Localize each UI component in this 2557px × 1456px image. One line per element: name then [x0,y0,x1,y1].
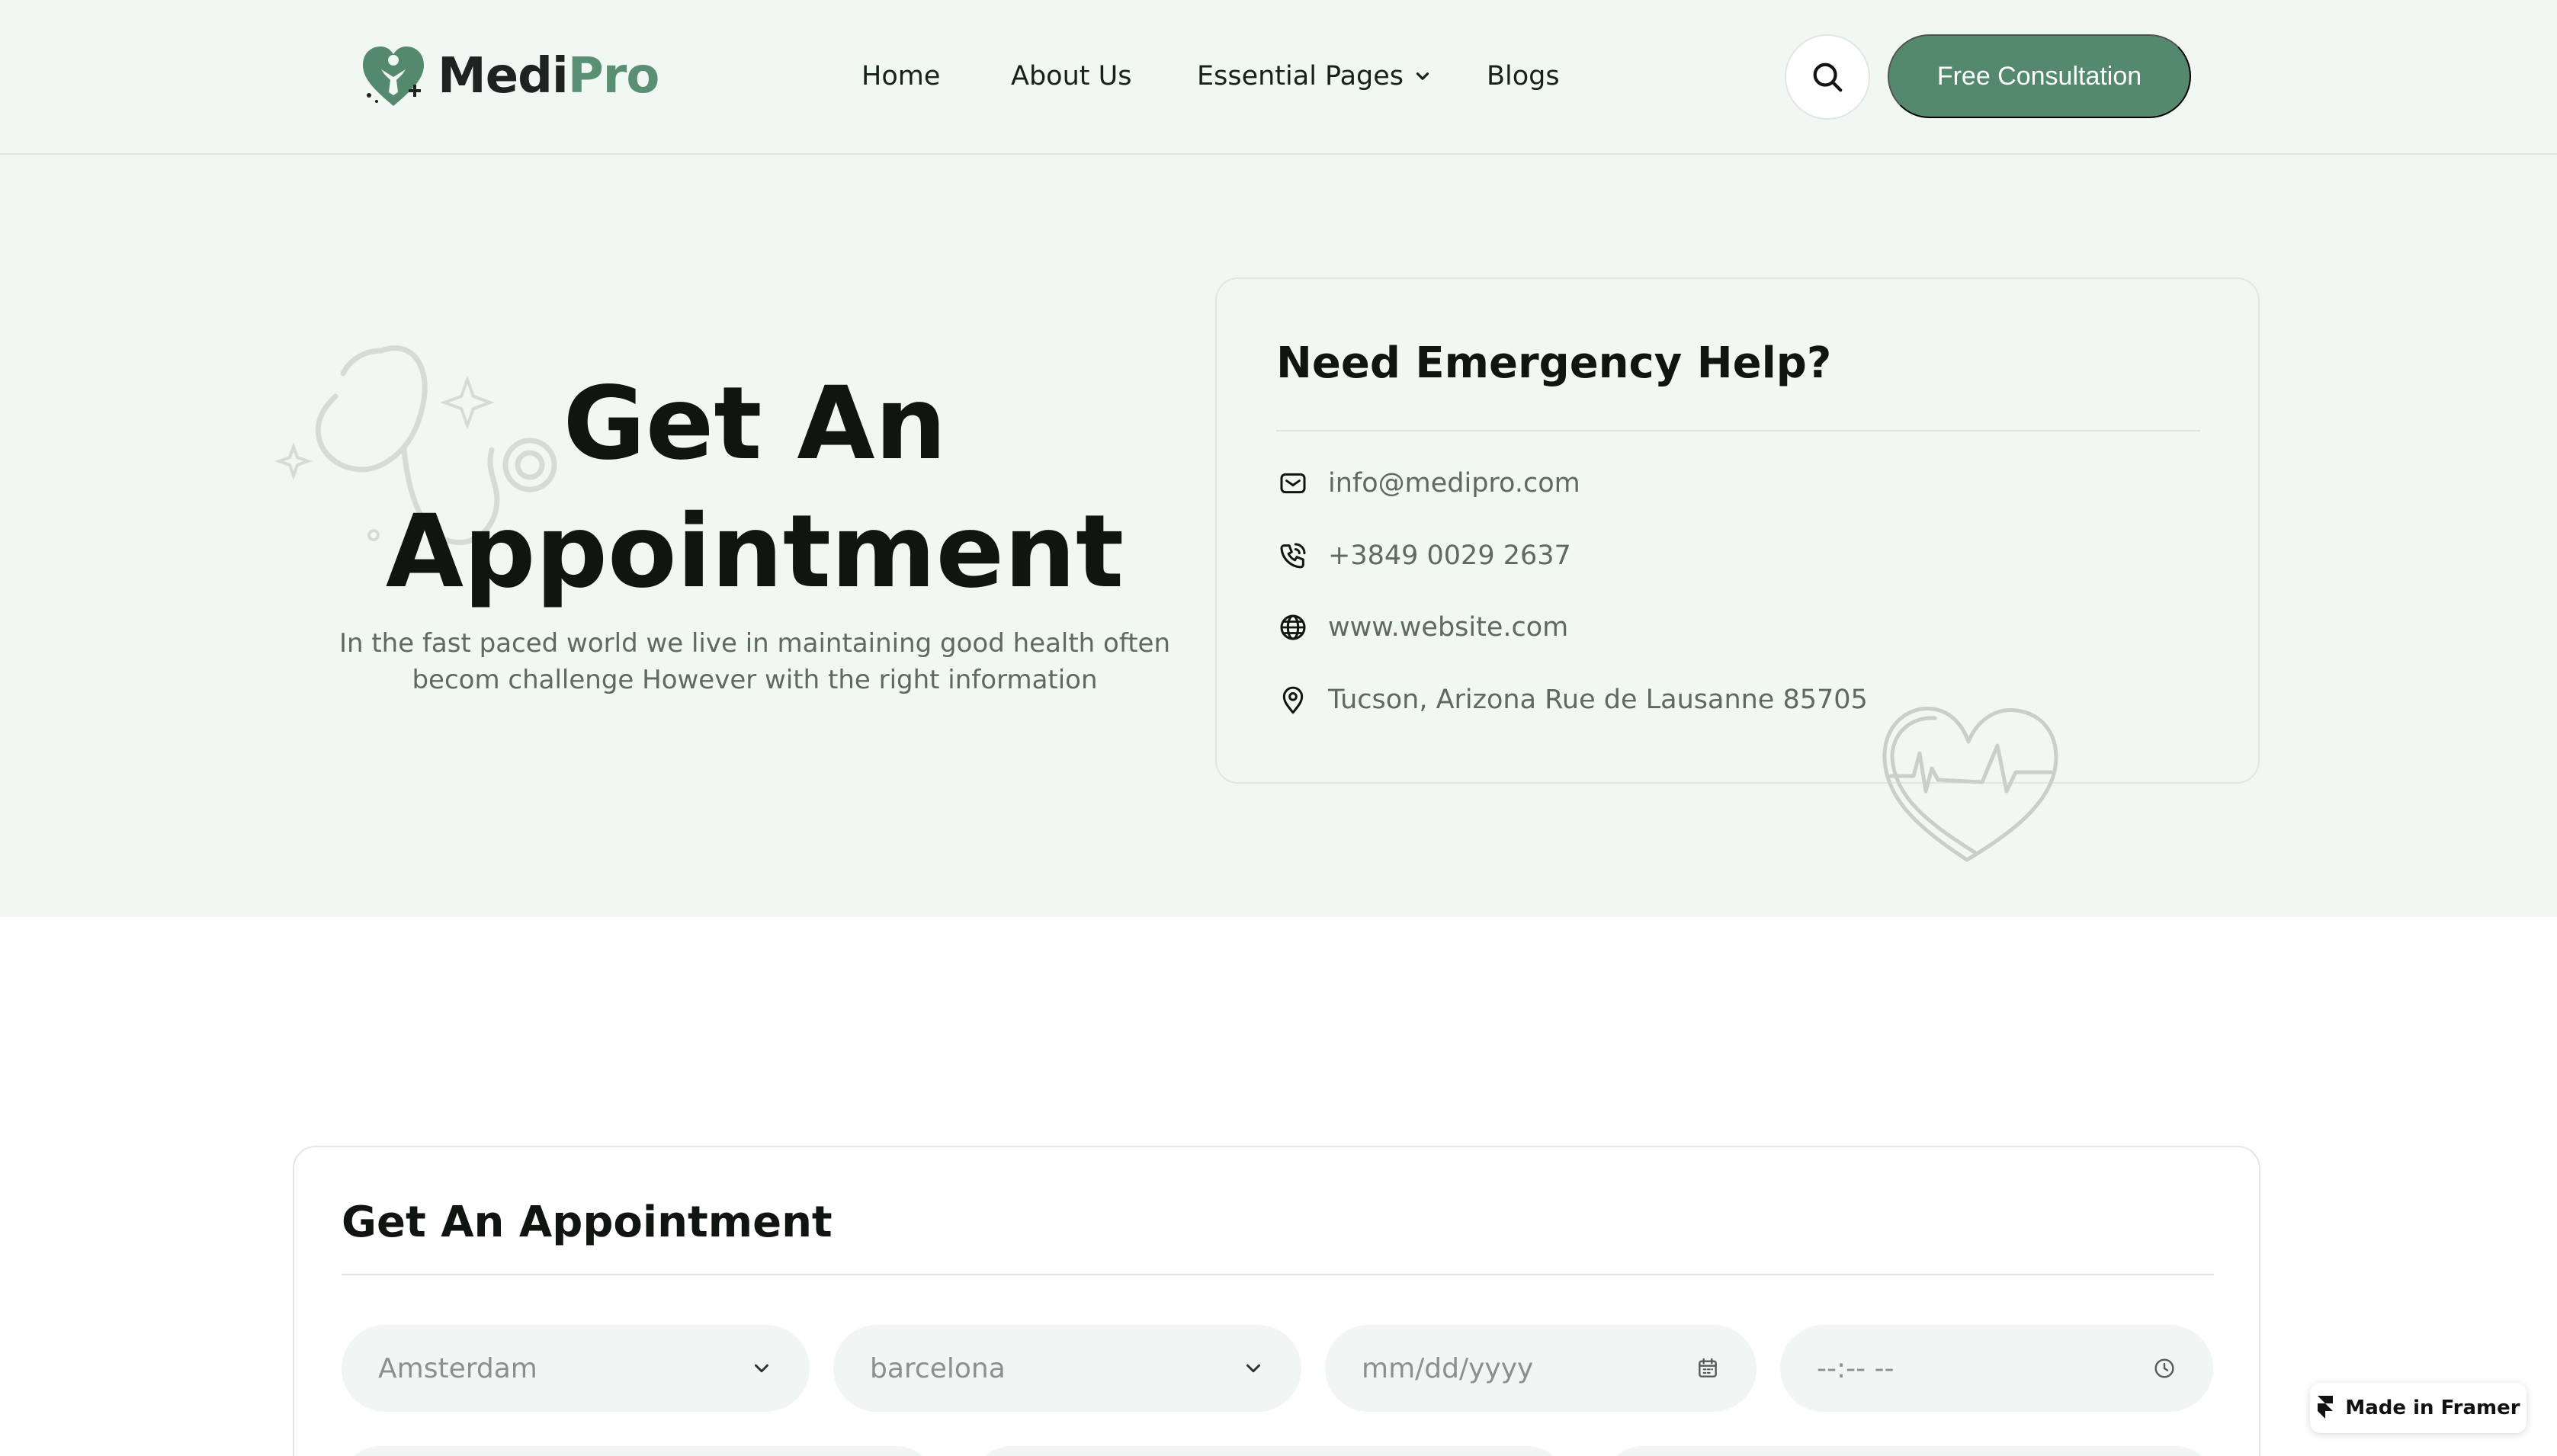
contact-website-text: www.website.com [1328,612,1569,643]
contact-website[interactable]: www.website.com [1276,611,1568,644]
contact-email-text: info@medipro.com [1328,468,1580,499]
contact-phone[interactable]: +3849 0029 2637 [1276,539,1571,572]
nav-home[interactable]: Home [861,53,940,99]
from-location-select[interactable]: Amsterdam [342,1325,810,1412]
divider [1276,430,2200,431]
nav-home-label: Home [861,61,941,91]
heartbeat-heart-illustration [1882,707,2058,862]
from-location-value: Amsterdam [378,1352,537,1384]
hero-title-line1: Get An [563,365,947,483]
contact-email[interactable]: info@medipro.com [1276,467,1580,500]
made-in-framer-label: Made in Framer [2345,1397,2520,1419]
nav-about-us[interactable]: About Us [1011,53,1131,99]
to-location-value: barcelona [870,1352,1006,1384]
divider [342,1274,2214,1275]
nav-essential-pages[interactable]: Essential Pages [1197,53,1432,99]
hero-subtitle-line1: In the fast paced world we live in maint… [338,628,1171,659]
chevron-down-icon [1416,72,1429,80]
clock-icon[interactable] [2152,1356,2177,1381]
logo-text: MediPro [438,48,659,104]
free-consultation-button[interactable]: Free Consultation [1888,34,2191,118]
hero-title-line2: Appointment [385,493,1125,611]
form-field-row2-2[interactable] [973,1446,1566,1456]
framer-logo-icon [2318,1396,2334,1419]
site-header: MediPro Home About Us Essential Pages Bl… [0,0,2557,155]
phone-icon [1276,539,1310,572]
date-placeholder: mm/dd/yyyy [1362,1352,1534,1384]
contact-address-text: Tucson, Arizona Rue de Lausanne 85705 [1328,685,1868,715]
calendar-icon[interactable] [1696,1356,1720,1381]
time-placeholder: --:-- -- [1817,1352,1894,1384]
globe-icon [1276,611,1310,644]
hero-subtitle: In the fast paced world we live in maint… [320,625,1189,698]
form-field-row2-3[interactable] [1604,1446,2214,1456]
mail-icon [1276,467,1310,500]
form-field-row2-1[interactable] [342,1446,935,1456]
chevron-down-icon [1246,1364,1260,1373]
location-pin-icon [1276,683,1310,717]
heart-logo-icon [363,47,424,106]
search-icon [1813,63,1843,92]
nav-blogs[interactable]: Blogs [1487,53,1560,99]
emergency-title: Need Emergency Help? [1276,338,1832,388]
time-input[interactable]: --:-- -- [1780,1325,2213,1412]
logo[interactable]: MediPro [358,42,659,111]
made-in-framer-badge[interactable]: Made in Framer [2310,1383,2527,1433]
search-button[interactable] [1785,34,1870,120]
contact-phone-text: +3849 0029 2637 [1328,540,1571,571]
nav-blogs-label: Blogs [1487,61,1560,91]
emergency-card: Need Emergency Help? info@medipro.com +3… [1215,277,2260,784]
hero-subtitle-line2: becom challenge However with the right i… [412,665,1098,695]
appointment-form-card: Get An Appointment Amsterdam barcelona m… [293,1146,2260,1456]
date-input[interactable]: mm/dd/yyyy [1325,1325,1757,1412]
nav-about-label: About Us [1011,61,1132,91]
to-location-select[interactable]: barcelona [833,1325,1301,1412]
nav-essential-pages-label: Essential Pages [1197,61,1404,91]
form-title: Get An Appointment [342,1198,833,1247]
chevron-down-icon [755,1364,768,1373]
hero-title: Get An Appointment [252,360,1258,616]
contact-address[interactable]: Tucson, Arizona Rue de Lausanne 85705 [1276,683,1868,717]
